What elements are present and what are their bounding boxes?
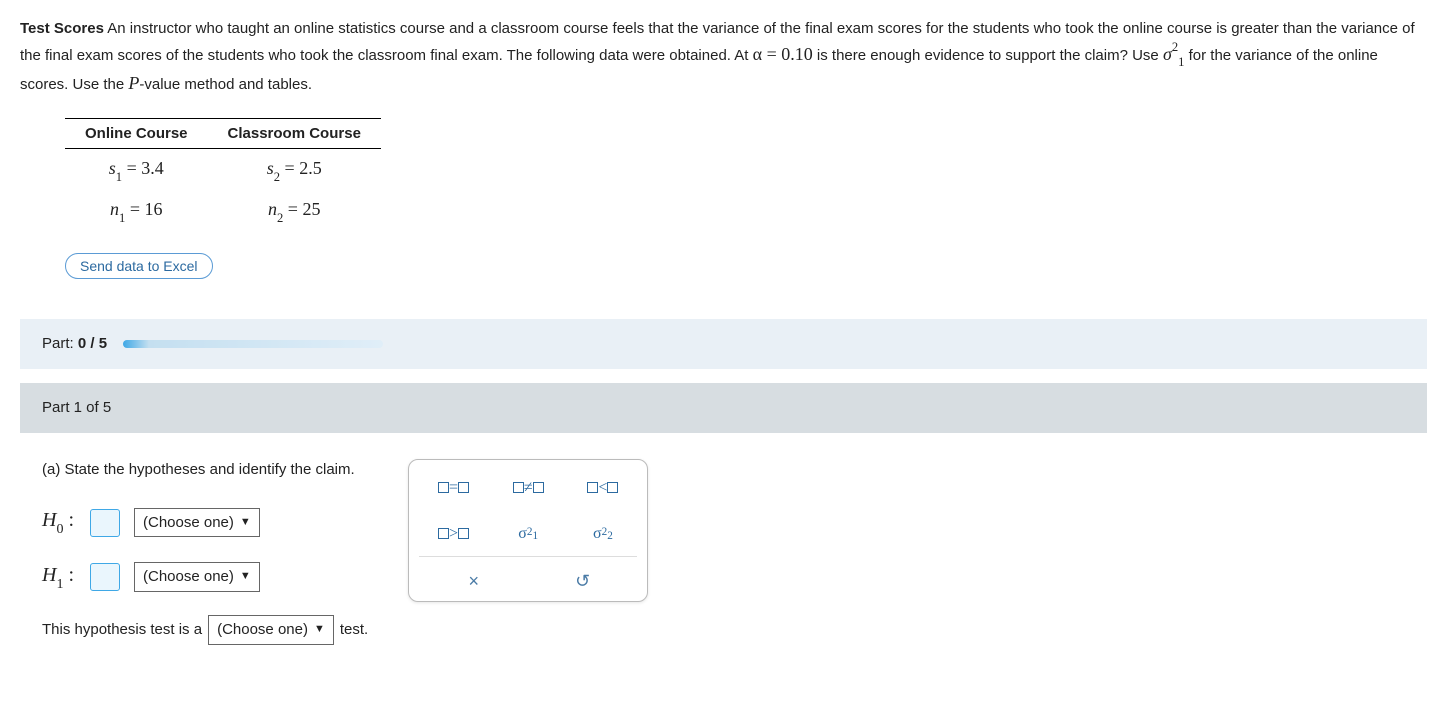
palette-less-than[interactable]: < bbox=[587, 474, 618, 502]
data-table: Online Course Classroom Course s1 = 3.4 … bbox=[65, 118, 381, 231]
chevron-down-icon: ▼ bbox=[240, 515, 251, 531]
problem-statement: Test Scores An instructor who taught an … bbox=[20, 18, 1427, 96]
palette-greater-than[interactable]: > bbox=[438, 520, 469, 548]
palette-reset-button[interactable]: ↺ bbox=[566, 567, 600, 595]
table-row: n1 = 16 n2 = 25 bbox=[65, 190, 381, 231]
palette-not-equal[interactable]: ≠ bbox=[513, 474, 544, 502]
problem-title: Test Scores bbox=[20, 20, 104, 37]
h1-label: H1 : bbox=[42, 561, 76, 593]
progress-label: Part: 0 / 5 bbox=[42, 333, 107, 355]
prompt-a: (a) State the hypotheses and identify th… bbox=[42, 459, 368, 481]
h0-claim-dropdown[interactable]: (Choose one)▼ bbox=[134, 508, 260, 538]
palette-sigma-sq-1[interactable]: σ21 bbox=[518, 520, 538, 548]
symbol-palette: = ≠ < > σ21 σ22 × ↺ bbox=[408, 459, 648, 602]
send-to-excel-button[interactable]: Send data to Excel bbox=[65, 253, 213, 279]
reset-icon: ↺ bbox=[575, 568, 590, 594]
h1-row: H1 : (Choose one)▼ bbox=[42, 561, 368, 593]
palette-clear-button[interactable]: × bbox=[457, 567, 491, 595]
chevron-down-icon: ▼ bbox=[240, 569, 251, 585]
h1-claim-dropdown[interactable]: (Choose one)▼ bbox=[134, 562, 260, 592]
part-header: Part 1 of 5 bbox=[20, 383, 1427, 433]
close-icon: × bbox=[468, 568, 479, 594]
test-type-dropdown[interactable]: (Choose one)▼ bbox=[208, 615, 334, 645]
h0-row: H0 : (Choose one)▼ bbox=[42, 506, 368, 538]
col-header-classroom: Classroom Course bbox=[208, 118, 381, 149]
h1-answer-input[interactable] bbox=[90, 563, 120, 591]
palette-equals[interactable]: = bbox=[438, 474, 469, 502]
part-progress-bar: Part: 0 / 5 bbox=[20, 319, 1427, 369]
progress-track bbox=[123, 340, 383, 348]
palette-sigma-sq-2[interactable]: σ22 bbox=[593, 520, 613, 548]
h0-label: H0 : bbox=[42, 506, 76, 538]
table-row: s1 = 3.4 s2 = 2.5 bbox=[65, 149, 381, 190]
col-header-online: Online Course bbox=[65, 118, 208, 149]
test-type-sentence: This hypothesis test is a (Choose one)▼ … bbox=[42, 615, 368, 645]
chevron-down-icon: ▼ bbox=[314, 622, 325, 638]
h0-answer-input[interactable] bbox=[90, 509, 120, 537]
